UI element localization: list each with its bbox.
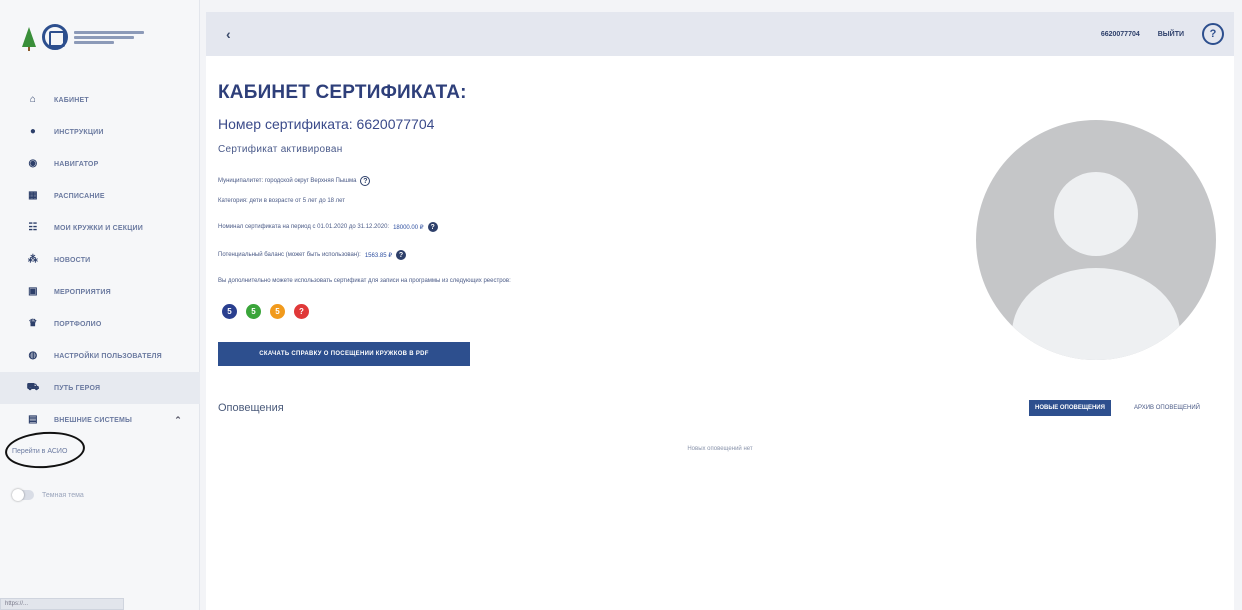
main-content: КАБИНЕТ СЕРТИФИКАТА: Номер сертификата: …	[206, 56, 1234, 610]
sidebar-item-navigator[interactable]: ◉ НАВИГАТОР	[0, 148, 200, 180]
sidebar-item-user-settings[interactable]: ◍ НАСТРОЙКИ ПОЛЬЗОВАТЕЛЯ	[0, 340, 200, 372]
no-notifications-text: Новых оповещений нет	[687, 446, 753, 452]
sidebar-item-label: ПУТЬ ГЕРОЯ	[54, 384, 101, 392]
sidebar-nav: ⌂ КАБИНЕТ ● ИНСТРУКЦИИ ◉ НАВИГАТОР ▦ РАС…	[0, 84, 200, 471]
sidebar-item-news[interactable]: ⁂ НОВОСТИ	[0, 244, 200, 276]
certificate-number: Номер сертификата: 6620077704	[218, 116, 435, 132]
home-icon: ⌂	[29, 94, 37, 105]
sidebar-item-external-systems[interactable]: ▤ ВНЕШНИЕ СИСТЕМЫ ⌃	[0, 404, 200, 436]
category-row: Категория: дети в возрасте от 5 лет до 1…	[218, 198, 345, 204]
cert-id-link[interactable]: 6620077704	[1101, 31, 1140, 38]
help-circle-icon[interactable]: ?	[360, 176, 371, 186]
registry-badge-blue[interactable]: 5	[222, 304, 237, 319]
sidebar-item-my-clubs[interactable]: ☷ МОИ КРУЖКИ И СЕКЦИИ	[0, 212, 200, 244]
trophy-icon: ♛	[28, 318, 38, 329]
balance-row: Потенциальный баланс (может быть использ…	[218, 250, 407, 260]
logo-text	[74, 30, 144, 44]
sidebar-item-hero-path[interactable]: ⛟ ПУТЬ ГЕРОЯ	[0, 372, 200, 404]
compass-icon: ◉	[28, 158, 38, 169]
sidebar-item-portfolio[interactable]: ♛ ПОРТФОЛИО	[0, 308, 200, 340]
sidebar-subitem-asio[interactable]: Перейти в АСИО	[0, 429, 200, 471]
tab-notifications-archive[interactable]: АРХИВ ОПОВЕЩЕНИЙ	[1134, 400, 1200, 416]
logo-mark-icon	[42, 24, 68, 50]
sidebar-item-label: ВНЕШНИЕ СИСТЕМЫ	[54, 416, 133, 424]
municipality-text: Муниципалитет: городской округ Верхняя П…	[218, 178, 357, 184]
car-icon: ⛟	[26, 382, 40, 393]
municipality-row: Муниципалитет: городской округ Верхняя П…	[218, 176, 371, 186]
sidebar-item-label: ИНСТРУКЦИИ	[54, 128, 104, 136]
download-pdf-button[interactable]: СКАЧАТЬ СПРАВКУ О ПОСЕЩЕНИИ КРУЖКОВ В PD…	[218, 342, 470, 366]
event-icon: ▣	[28, 286, 38, 297]
news-icon: ⁂	[27, 254, 39, 265]
registries-row: Вы дополнительно можете использовать сер…	[218, 278, 511, 284]
nominal-row: Номинал сертификата на период с 01.01.20…	[218, 222, 438, 232]
dark-theme-label: Темная тема	[42, 491, 84, 499]
sidebar-item-label: МОИ КРУЖКИ И СЕКЦИИ	[54, 224, 143, 232]
sidebar-item-label: НОВОСТИ	[54, 256, 91, 264]
question-icon[interactable]: ?	[396, 250, 407, 260]
balance-value: 1563.85 ₽	[364, 252, 393, 259]
info-icon: ●	[29, 126, 37, 137]
user-settings-icon: ◍	[28, 350, 38, 361]
topbar: ‹ 6620077704 ВЫЙТИ ?	[206, 12, 1234, 56]
notifications-title: Оповещения	[218, 402, 284, 414]
browser-status-bar: https://...	[0, 598, 124, 610]
avatar[interactable]	[976, 120, 1216, 360]
nominal-value: 18000.00 ₽	[393, 224, 424, 231]
sidebar-item-label: НАСТРОЙКИ ПОЛЬЗОВАТЕЛЯ	[54, 352, 162, 360]
external-icon: ▤	[28, 414, 38, 425]
redacted-name	[470, 80, 776, 106]
calendar-icon: ▦	[28, 190, 38, 201]
toggle-switch[interactable]	[12, 489, 34, 501]
certificate-status: Сертификат активирован	[218, 144, 343, 155]
category-text: Категория: дети в возрасте от 5 лет до 1…	[218, 198, 346, 204]
avatar-head-icon	[1054, 172, 1138, 256]
logo[interactable]	[22, 24, 144, 51]
back-button[interactable]: ‹	[226, 26, 231, 42]
sidebar-item-schedule[interactable]: ▦ РАСПИСАНИЕ	[0, 180, 200, 212]
registry-badge-orange[interactable]: 5	[270, 304, 285, 319]
app-root: ⌂ КАБИНЕТ ● ИНСТРУКЦИИ ◉ НАВИГАТОР ▦ РАС…	[0, 0, 1242, 610]
registry-badge-green[interactable]: 5	[246, 304, 261, 319]
chevron-up-icon[interactable]: ⌃	[174, 415, 182, 426]
nominal-text: Номинал сертификата на период с 01.01.20…	[218, 224, 390, 230]
tab-new-notifications[interactable]: НОВЫЕ ОПОВЕЩЕНИЯ	[1029, 400, 1111, 416]
registries-text: Вы дополнительно можете использовать сер…	[218, 278, 511, 284]
tree-icon	[22, 27, 36, 51]
topbar-right: 6620077704 ВЫЙТИ ?	[1101, 23, 1224, 45]
list-icon: ☷	[28, 222, 38, 233]
sidebar-item-label: НАВИГАТОР	[54, 160, 99, 168]
sidebar-item-events[interactable]: ▣ МЕРОПРИЯТИЯ	[0, 276, 200, 308]
registry-badge-red[interactable]: ?	[294, 304, 309, 319]
registry-badges: 5 5 5 ?	[222, 304, 309, 319]
dark-theme-toggle[interactable]: Темная тема	[12, 489, 84, 501]
sidebar-item-instructions[interactable]: ● ИНСТРУКЦИИ	[0, 116, 200, 148]
sidebar-item-label: РАСПИСАНИЕ	[54, 192, 105, 200]
balance-text: Потенциальный баланс (может быть использ…	[218, 252, 361, 258]
help-icon[interactable]: ?	[1202, 23, 1224, 45]
avatar-body-icon	[1012, 268, 1180, 360]
hand-drawn-circle	[3, 429, 87, 471]
sidebar: ⌂ КАБИНЕТ ● ИНСТРУКЦИИ ◉ НАВИГАТОР ▦ РАС…	[0, 0, 200, 610]
sidebar-item-label: ПОРТФОЛИО	[54, 320, 102, 328]
sidebar-item-cabinet[interactable]: ⌂ КАБИНЕТ	[0, 84, 200, 116]
question-icon[interactable]: ?	[427, 222, 438, 232]
logout-button[interactable]: ВЫЙТИ	[1158, 31, 1184, 38]
page-title: КАБИНЕТ СЕРТИФИКАТА:	[218, 82, 467, 103]
sidebar-item-label: МЕРОПРИЯТИЯ	[54, 288, 111, 296]
sidebar-item-label: КАБИНЕТ	[54, 96, 89, 104]
